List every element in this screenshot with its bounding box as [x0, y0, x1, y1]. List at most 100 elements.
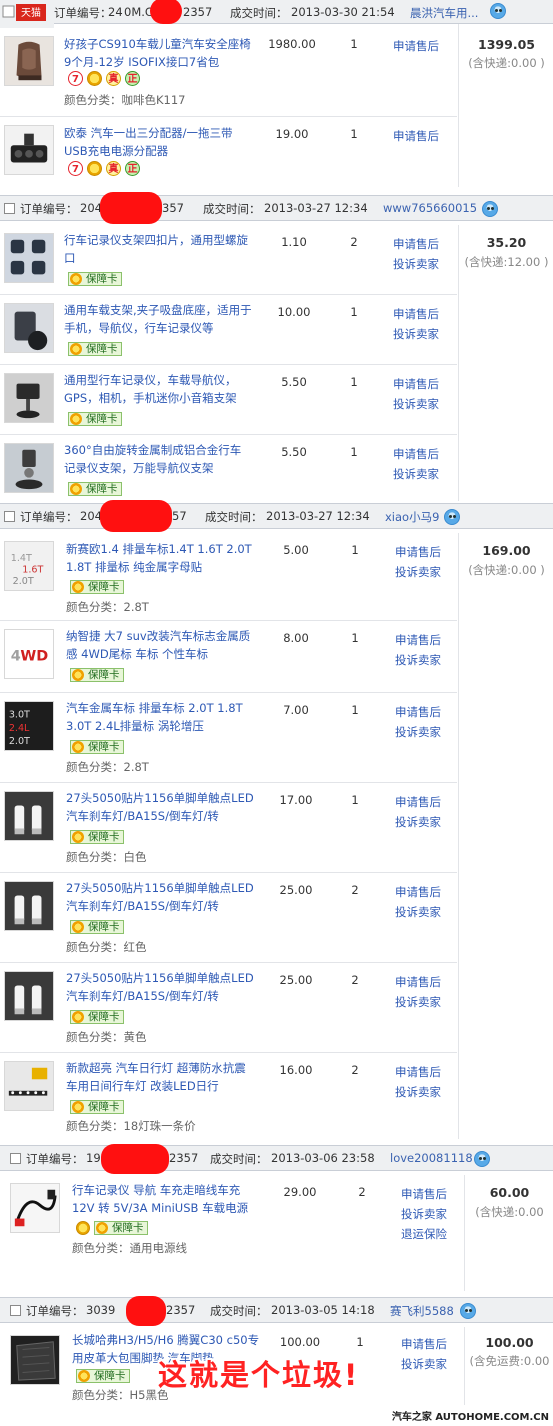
4wd-badge-photo[interactable]: 4 WD — [4, 629, 54, 679]
product-title[interactable]: 新赛欧1.4 排量车标1.4T 1.6T 2.0T 1.8T 排量标 纯金属字母… — [66, 540, 254, 576]
wangwang-chat-icon[interactable] — [482, 201, 498, 217]
product-title[interactable]: 360°自由旋转金属制成铝合金行车记录仪支架，万能导航仪支架 — [64, 441, 252, 477]
apply-after-sale-link[interactable]: 申请售后 — [386, 1062, 450, 1082]
product-title[interactable]: 行车记录仪支架四扣片，通用型螺旋口 — [64, 231, 252, 267]
product-title[interactable]: 通用型行车记录仪，车载导航仪，GPS，相机，手机迷你小音箱支架 — [64, 371, 252, 407]
badge-row: 7 真正 — [68, 161, 144, 177]
led-bulb-photo[interactable] — [4, 791, 54, 841]
apply-after-sale-link[interactable]: 申请售后 — [384, 374, 448, 394]
product-title[interactable]: 欧泰 汽车一出三分配器/一拖三带USB充电电源分配器 — [64, 124, 252, 160]
apply-after-sale-link[interactable]: 申请售后 — [386, 972, 450, 992]
led-bulb-photo[interactable] — [4, 971, 54, 1021]
guarantee-card: 保障卡 — [70, 740, 124, 756]
complain-seller-link[interactable]: 投诉卖家 — [386, 992, 450, 1012]
guarantee-card: 保障卡 — [70, 1010, 124, 1026]
svg-text:1.4T: 1.4T — [11, 553, 32, 564]
order-checkbox[interactable] — [10, 1305, 21, 1316]
complain-seller-link[interactable]: 投诉卖家 — [392, 1354, 456, 1374]
order-no-suffix: 2357 — [183, 5, 213, 19]
product-title[interactable]: 通用车载支架,夹子吸盘底座，适用于手机，导航仪，行车记录仪等 — [64, 301, 252, 337]
complain-seller-link[interactable]: 投诉卖家 — [392, 1204, 456, 1224]
product-title[interactable]: 新款超亮 汽车日行灯 超薄防水抗震车用日间行车灯 改装LED日行 — [66, 1059, 254, 1095]
apply-after-sale-link[interactable]: 申请售后 — [384, 304, 448, 324]
complain-seller-link[interactable]: 投诉卖家 — [384, 464, 448, 484]
mini-mount-photo[interactable] — [4, 373, 54, 423]
complain-seller-link[interactable]: 投诉卖家 — [384, 394, 448, 414]
socket-splitter-photo[interactable] — [4, 125, 54, 175]
variant: 颜色分类：2.8T — [66, 760, 149, 774]
product-title[interactable]: 纳智捷 大7 suv改装汽车标志金属质感 4WD尾标 车标 个性车标 — [66, 627, 254, 663]
guarantee-card: 保障卡 — [68, 342, 122, 358]
return-insurance-link[interactable]: 退运保险 — [392, 1224, 456, 1244]
order-checkbox[interactable] — [10, 1153, 21, 1164]
seller-link[interactable]: 赛飞利5588 — [390, 1303, 454, 1319]
apply-after-sale-link[interactable]: 申请售后 — [384, 126, 448, 146]
complain-seller-link[interactable]: 投诉卖家 — [384, 324, 448, 344]
guarantee-card: 保障卡 — [68, 482, 122, 498]
unit-price: 29.00 — [283, 1185, 317, 1199]
shipping-info: (含快递:0.00 ) — [468, 56, 545, 70]
complain-seller-link[interactable]: 投诉卖家 — [384, 254, 448, 274]
order-checkbox[interactable] — [4, 511, 15, 522]
complain-seller-link[interactable]: 投诉卖家 — [386, 722, 450, 742]
seller-link[interactable]: love20081118 — [390, 1151, 473, 1165]
wangwang-chat-icon[interactable] — [460, 1303, 476, 1319]
order-checkbox[interactable] — [4, 203, 15, 214]
wangwang-chat-icon[interactable] — [444, 509, 460, 525]
genuine-guarantee-icon: 正 — [125, 161, 140, 176]
svg-text:WD: WD — [20, 649, 48, 665]
apply-after-sale-link[interactable]: 申请售后 — [384, 36, 448, 56]
led-bulb-photo[interactable] — [4, 881, 54, 931]
order-total: 1399.05 — [478, 37, 535, 52]
guarantee-card-icon: 保障卡 — [70, 1010, 124, 1024]
seller-link[interactable]: www765660015 — [383, 201, 477, 215]
quantity: 1 — [351, 543, 359, 557]
displacement-badge-photo[interactable]: 1.4T 1.6T 2.0T — [4, 541, 54, 591]
unit-price: 1980.00 — [268, 37, 316, 51]
quantity: 2 — [351, 1063, 359, 1077]
apply-after-sale-link[interactable]: 申请售后 — [386, 882, 450, 902]
variant: 颜色分类：咖啡色K117 — [64, 93, 186, 107]
seller-link[interactable]: 晨洪汽车用... — [410, 5, 478, 21]
floor-mat-photo[interactable] — [10, 1335, 60, 1385]
product-title[interactable]: 行车记录仪 导航 车充走暗线车充12V 转 5V/3A MiniUSB 车载电源 — [72, 1181, 260, 1217]
apply-after-sale-link[interactable]: 申请售后 — [392, 1334, 456, 1354]
turbo-badge-photo[interactable]: 3.0T 2.4L 2.0T — [4, 701, 54, 751]
seller-link[interactable]: xiao小马9 — [385, 509, 439, 525]
mount-clips-photo[interactable] — [4, 233, 54, 283]
quantity: 1 — [350, 305, 358, 319]
product-title[interactable]: 27头5050贴片1156单脚单触点LED汽车刹车灯/BA15S/倒车灯/转 — [66, 879, 254, 915]
guarantee-card-icon: 保障卡 — [70, 830, 124, 844]
unit-price: 5.50 — [281, 375, 307, 389]
suction-mount-photo[interactable] — [4, 303, 54, 353]
deal-time: 2013-03-05 14:18 — [271, 1303, 375, 1317]
apply-after-sale-link[interactable]: 申请售后 — [386, 542, 450, 562]
complain-seller-link[interactable]: 投诉卖家 — [386, 1082, 450, 1102]
complain-seller-link[interactable]: 投诉卖家 — [386, 650, 450, 670]
apply-after-sale-link[interactable]: 申请售后 — [392, 1184, 456, 1204]
order-no-suffix: 2357 — [169, 1151, 199, 1165]
complain-seller-link[interactable]: 投诉卖家 — [386, 562, 450, 582]
wangwang-chat-icon[interactable] — [474, 1151, 490, 1167]
complain-seller-link[interactable]: 投诉卖家 — [386, 812, 450, 832]
wangwang-chat-icon[interactable] — [490, 3, 506, 19]
power-cable-photo[interactable] — [10, 1183, 60, 1233]
apply-after-sale-link[interactable]: 申请售后 — [384, 444, 448, 464]
redacted-mark — [150, 0, 182, 24]
product-title[interactable]: 汽车金属车标 排量车标 2.0T 1.8T 3.0T 2.4L排量标 涡轮增压 — [66, 699, 254, 735]
apply-after-sale-link[interactable]: 申请售后 — [384, 234, 448, 254]
apply-after-sale-link[interactable]: 申请售后 — [386, 702, 450, 722]
order-no-label: 订单编号： — [26, 1304, 84, 1318]
product-title[interactable]: 27头5050贴片1156单脚单触点LED汽车刹车灯/BA15S/倒车灯/转 — [66, 789, 254, 825]
daytime-light-photo[interactable] — [4, 1061, 54, 1111]
list-item: 通用型行车记录仪，车载导航仪，GPS，相机，手机迷你小音箱支架 保障卡 5.50… — [0, 365, 457, 435]
rotating-mount-photo[interactable] — [4, 443, 54, 493]
apply-after-sale-link[interactable]: 申请售后 — [386, 630, 450, 650]
apply-after-sale-link[interactable]: 申请售后 — [386, 792, 450, 812]
list-item: 360°自由旋转金属制成铝合金行车记录仪支架，万能导航仪支架 保障卡 5.50 … — [0, 435, 457, 501]
complain-seller-link[interactable]: 投诉卖家 — [386, 902, 450, 922]
product-title[interactable]: 好孩子CS910车载儿童汽车安全座椅 9个月-12岁 ISOFIX接口7省包 — [64, 35, 252, 71]
product-title[interactable]: 27头5050贴片1156单脚单触点LED汽车刹车灯/BA15S/倒车灯/转 — [66, 969, 254, 1005]
child-seat-photo[interactable] — [4, 36, 54, 86]
unit-price: 19.00 — [275, 127, 309, 141]
